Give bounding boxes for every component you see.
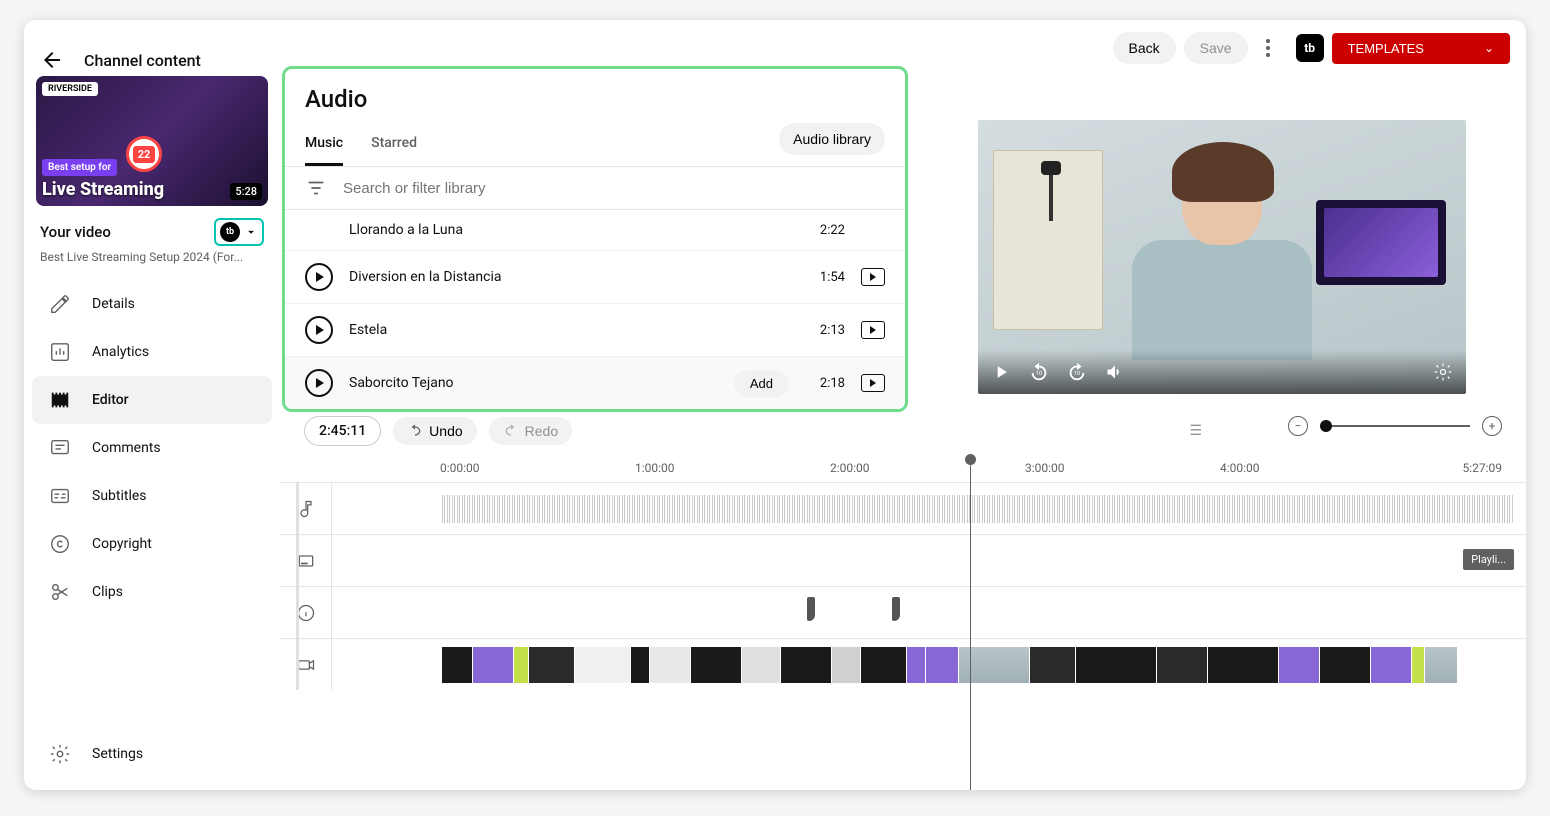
audio-track[interactable] <box>280 482 1526 534</box>
clips-icon <box>48 580 72 604</box>
gear-icon <box>48 742 72 766</box>
redo-icon <box>503 423 519 439</box>
your-video-label: Your video <box>40 223 111 241</box>
page-title: Channel content <box>84 51 201 70</box>
marker[interactable] <box>892 597 900 621</box>
video-preview[interactable]: 10 10 <box>978 120 1466 394</box>
tubebuddy-logo-icon[interactable]: tb <box>1296 34 1324 62</box>
thumb-subtitle: Best setup for <box>42 159 117 176</box>
redo-button: Redo <box>489 417 572 445</box>
chevron-down-icon <box>244 225 258 239</box>
zoom-slider[interactable] <box>1320 425 1470 427</box>
tubebuddy-mini-icon: tb <box>220 222 240 242</box>
pencil-icon <box>48 292 72 316</box>
thumb-count-badge: 22 <box>126 136 162 172</box>
forward-10-icon[interactable]: 10 <box>1066 361 1088 383</box>
playlist-chip[interactable]: Playli... <box>1463 549 1514 570</box>
video-thumbnail[interactable]: RIVERSIDE 22 Best setup for Live Streami… <box>36 76 268 206</box>
tubebuddy-dropdown[interactable]: tb <box>214 218 264 246</box>
nav-analytics[interactable]: Analytics <box>32 328 272 376</box>
zoom-out-button[interactable]: − <box>1288 416 1308 436</box>
music-note-icon <box>280 483 332 534</box>
tab-music[interactable]: Music <box>305 125 343 166</box>
play-icon[interactable] <box>305 316 333 344</box>
rewind-10-icon[interactable]: 10 <box>1028 361 1050 383</box>
play-icon[interactable] <box>305 369 333 397</box>
drag-handle-icon[interactable]: ☰ <box>1189 423 1202 439</box>
play-icon[interactable] <box>990 361 1012 383</box>
video-description: Best Live Streaming Setup 2024 (For... <box>32 250 272 280</box>
svg-text:10: 10 <box>1036 371 1042 377</box>
timeline-ruler[interactable]: 0:00:00 1:00:00 2:00:00 3:00:00 4:00:00 … <box>280 454 1526 482</box>
thumb-duration: 5:28 <box>230 183 262 200</box>
video-icon <box>280 639 332 690</box>
time-display[interactable]: 2:45:11 <box>304 416 381 446</box>
nav-comments[interactable]: Comments <box>32 424 272 472</box>
audio-library-button[interactable]: Audio library <box>779 123 885 155</box>
tab-starred[interactable]: Starred <box>371 125 417 166</box>
subtitles-icon <box>48 484 72 508</box>
search-input[interactable] <box>343 180 885 197</box>
sidebar: RIVERSIDE 22 Best setup for Live Streami… <box>24 76 280 790</box>
settings-icon[interactable] <box>1432 361 1454 383</box>
save-button: Save <box>1184 32 1248 64</box>
info-track[interactable] <box>280 586 1526 638</box>
endscreen-icon <box>280 535 332 586</box>
video-track[interactable] <box>280 638 1526 690</box>
templates-button[interactable]: TEMPLATES ⌄ <box>1332 33 1510 64</box>
play-icon[interactable] <box>305 263 333 291</box>
playhead[interactable] <box>970 460 971 790</box>
undo-icon <box>407 423 423 439</box>
analytics-icon <box>48 340 72 364</box>
filter-icon[interactable] <box>305 177 327 199</box>
track-row[interactable]: Diversion en la Distancia 1:54 <box>285 251 905 304</box>
info-icon <box>280 587 332 638</box>
more-menu-icon[interactable] <box>1256 39 1280 57</box>
audio-panel: Audio Music Starred Audio library Lloran… <box>282 66 908 412</box>
add-track-button[interactable]: Add <box>734 370 789 397</box>
comments-icon <box>48 436 72 460</box>
marker[interactable] <box>807 597 815 621</box>
copyright-icon <box>48 532 72 556</box>
thumb-title: Live Streaming <box>42 179 164 200</box>
zoom-in-button[interactable]: + <box>1482 416 1502 436</box>
queue-icon[interactable] <box>861 268 885 286</box>
back-button[interactable]: Back <box>1113 32 1176 64</box>
nav-details[interactable]: Details <box>32 280 272 328</box>
back-arrow-icon[interactable] <box>40 48 64 72</box>
queue-icon[interactable] <box>861 321 885 339</box>
endscreen-track[interactable]: Playli... <box>280 534 1526 586</box>
nav-copyright[interactable]: Copyright <box>32 520 272 568</box>
editor-icon <box>48 388 72 412</box>
nav-clips[interactable]: Clips <box>32 568 272 616</box>
waveform[interactable] <box>442 495 1514 523</box>
filmstrip[interactable] <box>442 647 1514 683</box>
timeline: 2:45:11 Undo Redo ☰ − + 0:00:00 1:00:00 … <box>280 408 1526 790</box>
volume-icon[interactable] <box>1104 361 1126 383</box>
track-row[interactable]: Llorando a la Luna 2:22 <box>285 210 905 251</box>
svg-text:10: 10 <box>1074 371 1080 377</box>
queue-icon[interactable] <box>861 374 885 392</box>
track-row[interactable]: Saborcito Tejano Add 2:18 <box>285 357 905 410</box>
undo-button[interactable]: Undo <box>393 417 476 445</box>
track-row[interactable]: Estela 2:13 <box>285 304 905 357</box>
nav-editor[interactable]: Editor <box>32 376 272 424</box>
nav-settings[interactable]: Settings <box>32 730 272 778</box>
chevron-down-icon: ⌄ <box>1484 41 1494 55</box>
nav-subtitles[interactable]: Subtitles <box>32 472 272 520</box>
